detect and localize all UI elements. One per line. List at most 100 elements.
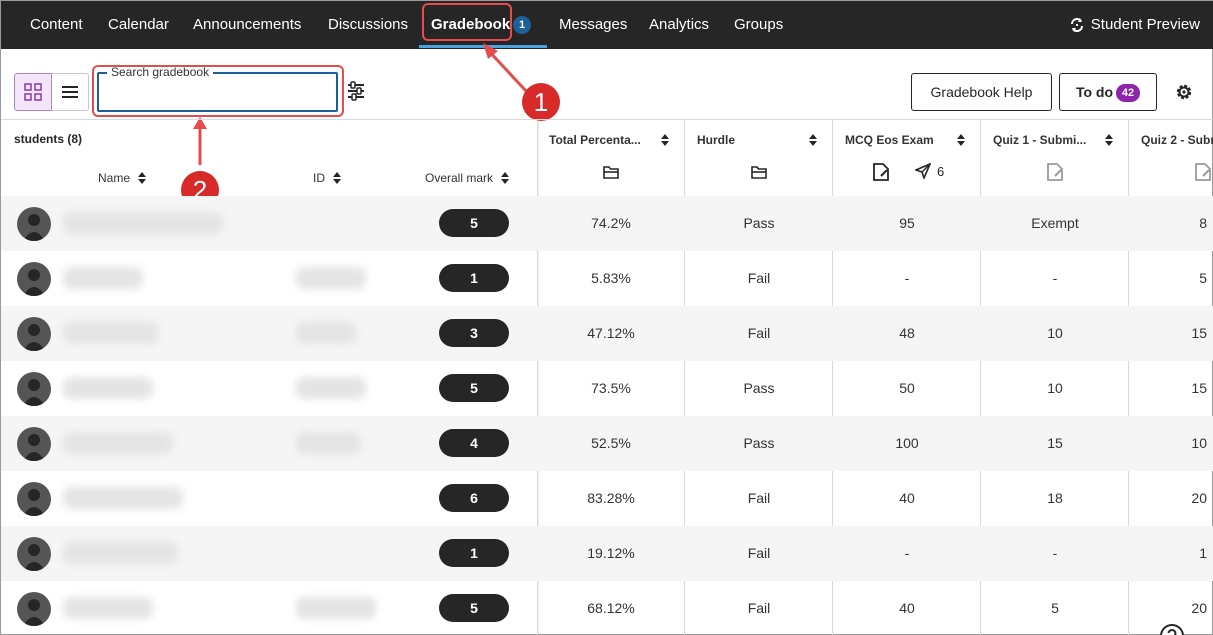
overall-mark-pill[interactable]: 4 [439, 429, 509, 457]
todo-button[interactable]: To do 42 [1059, 73, 1157, 111]
tab-announcements[interactable]: Announcements [193, 1, 301, 49]
quiz2-header-label: Quiz 2 - Subm [1141, 133, 1213, 147]
gradebook-highlight-box [422, 3, 512, 41]
grade-cell-quiz1[interactable]: 5 [981, 600, 1129, 616]
overall-mark-pill[interactable]: 5 [439, 209, 509, 237]
search-highlight-box [92, 65, 344, 117]
avatar[interactable] [17, 262, 51, 296]
overall-mark-pill[interactable]: 5 [439, 374, 509, 402]
folder-icon [751, 166, 767, 179]
id-header-label: ID [313, 171, 325, 185]
grade-cell-mcq[interactable]: - [833, 270, 981, 286]
tab-messages[interactable]: Messages [559, 1, 627, 49]
student-name-redacted[interactable] [63, 267, 143, 289]
grade-cell-quiz2[interactable]: 15 [1129, 380, 1207, 396]
tab-analytics[interactable]: Analytics [649, 1, 709, 49]
avatar[interactable] [17, 317, 51, 351]
avatar[interactable] [17, 592, 51, 626]
grid-icon [24, 83, 42, 101]
grade-cell-mcq[interactable]: 40 [833, 600, 981, 616]
grade-cell-quiz2[interactable]: 1 [1129, 545, 1207, 561]
overall-mark-pill[interactable]: 1 [439, 264, 509, 292]
quiz2-header[interactable]: Quiz 2 - Subm [1141, 133, 1213, 147]
course-nav-bar: Content Calendar Announcements Discussio… [1, 1, 1213, 49]
filter-settings-button[interactable] [347, 81, 365, 106]
student-name-redacted[interactable] [63, 487, 183, 509]
overall-mark-column-header[interactable]: Overall mark [425, 171, 510, 185]
student-name-redacted[interactable] [63, 432, 173, 454]
tab-content[interactable]: Content [30, 1, 83, 49]
grade-cell-total[interactable]: 47.12% [537, 325, 685, 341]
grade-cell-total[interactable]: 74.2% [537, 215, 685, 231]
list-view-button[interactable] [51, 73, 89, 111]
avatar[interactable] [17, 207, 51, 241]
student-name-redacted[interactable] [63, 322, 158, 344]
overall-mark-pill[interactable]: 5 [439, 594, 509, 622]
avatar[interactable] [17, 537, 51, 571]
tab-groups[interactable]: Groups [734, 1, 783, 49]
grade-cell-hurdle[interactable]: Fail [685, 270, 833, 286]
table-row: 1 5.83% Fail - -5 [1, 251, 1213, 306]
tab-discussions[interactable]: Discussions [328, 1, 408, 49]
grade-cell-quiz2[interactable]: 20 [1129, 600, 1207, 616]
overall-header-label: Overall mark [425, 171, 494, 185]
quiz1-header[interactable]: Quiz 1 - Submi... [993, 133, 1113, 147]
grade-cell-hurdle[interactable]: Fail [685, 545, 833, 561]
grade-cell-quiz1[interactable]: 10 [981, 325, 1129, 341]
gradebook-help-button[interactable]: Gradebook Help [911, 73, 1052, 111]
grade-cell-quiz2[interactable]: 10 [1129, 435, 1207, 451]
overall-mark-pill[interactable]: 3 [439, 319, 509, 347]
grade-cell-total[interactable]: 19.12% [537, 545, 685, 561]
avatar[interactable] [17, 427, 51, 461]
settings-button[interactable] [1174, 82, 1194, 107]
student-name-redacted[interactable] [63, 377, 153, 399]
grade-cell-quiz1[interactable]: 18 [981, 490, 1129, 506]
name-column-header[interactable]: Name [98, 171, 147, 185]
grade-cell-hurdle[interactable]: Pass [685, 215, 833, 231]
grade-cell-hurdle[interactable]: Pass [685, 435, 833, 451]
grade-cell-total[interactable]: 68.12% [537, 600, 685, 616]
grade-cell-mcq[interactable]: 100 [833, 435, 981, 451]
gear-icon [1176, 84, 1192, 100]
preview-refresh-icon [1070, 18, 1083, 32]
table-row: 3 47.12% Fail 48 10 15 [1, 306, 1213, 361]
tab-calendar[interactable]: Calendar [108, 1, 169, 49]
hurdle-header[interactable]: Hurdle [697, 133, 817, 147]
grade-cell-quiz2[interactable]: 15 [1129, 325, 1207, 341]
grade-cell-quiz1[interactable]: - [981, 545, 1129, 561]
student-name-redacted[interactable] [63, 212, 223, 234]
grade-cell-mcq[interactable]: 48 [833, 325, 981, 341]
grade-cell-quiz2[interactable]: 8 [1129, 215, 1207, 231]
grade-cell-hurdle[interactable]: Fail [685, 490, 833, 506]
grid-view-button[interactable] [14, 73, 52, 111]
student-name-redacted[interactable] [63, 597, 153, 619]
grade-cell-mcq[interactable]: 95 [833, 215, 981, 231]
grade-cell-total[interactable]: 5.83% [537, 270, 685, 286]
avatar[interactable] [17, 372, 51, 406]
grade-cell-quiz1[interactable]: - [981, 270, 1129, 286]
id-column-header[interactable]: ID [313, 171, 341, 185]
help-icon[interactable] [1159, 623, 1185, 635]
grade-cell-quiz1[interactable]: 10 [981, 380, 1129, 396]
grade-cell-quiz1[interactable]: 15 [981, 435, 1129, 451]
grade-cell-quiz2[interactable]: 20 [1129, 490, 1207, 506]
grade-cell-mcq[interactable]: - [833, 545, 981, 561]
overall-mark-pill[interactable]: 1 [439, 539, 509, 567]
avatar[interactable] [17, 482, 51, 516]
student-preview-button[interactable]: Student Preview [1069, 1, 1200, 49]
grade-cell-hurdle[interactable]: Fail [685, 600, 833, 616]
grade-cell-quiz1[interactable]: Exempt [981, 215, 1129, 231]
student-name-redacted[interactable] [63, 542, 178, 564]
mcq-exam-header[interactable]: MCQ Eos Exam [845, 133, 965, 147]
overall-mark-pill[interactable]: 6 [439, 484, 509, 512]
total-percentage-header[interactable]: Total Percenta... [549, 133, 669, 147]
grade-cell-hurdle[interactable]: Pass [685, 380, 833, 396]
grade-cell-total[interactable]: 52.5% [537, 435, 685, 451]
grade-cell-quiz2[interactable]: 5 [1129, 270, 1207, 286]
grade-cell-total[interactable]: 83.28% [537, 490, 685, 506]
grade-cell-hurdle[interactable]: Fail [685, 325, 833, 341]
grade-cell-mcq[interactable]: 40 [833, 490, 981, 506]
grade-cell-mcq[interactable]: 50 [833, 380, 981, 396]
student-preview-label: Student Preview [1090, 16, 1200, 33]
grade-cell-total[interactable]: 73.5% [537, 380, 685, 396]
